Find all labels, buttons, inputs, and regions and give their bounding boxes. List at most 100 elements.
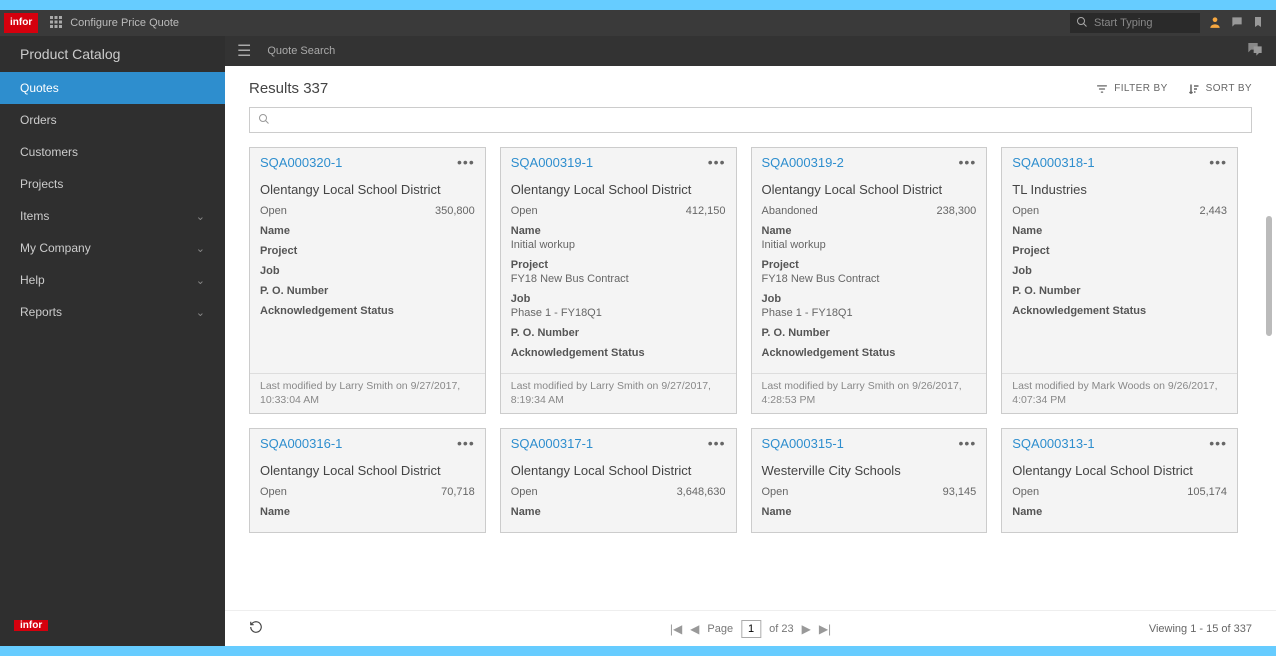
refresh-icon[interactable] bbox=[249, 620, 263, 637]
main-toolbar: ☰ Quote Search bbox=[225, 36, 1276, 66]
apps-icon[interactable] bbox=[42, 15, 70, 31]
quote-id-link[interactable]: SQA000315-1 bbox=[762, 436, 844, 451]
chat-panel-icon[interactable] bbox=[1246, 41, 1264, 62]
sidebar-item-label: My Company bbox=[20, 241, 91, 255]
customer-name: Olentangy Local School District bbox=[511, 463, 726, 478]
label-name: Name bbox=[511, 225, 726, 237]
card-menu-icon[interactable]: ••• bbox=[457, 154, 475, 170]
sidebar-item-projects[interactable]: Projects bbox=[0, 168, 225, 200]
sidebar-item-orders[interactable]: Orders bbox=[0, 104, 225, 136]
quote-amount: 93,145 bbox=[943, 486, 977, 498]
value-project: FY18 New Bus Contract bbox=[762, 273, 977, 285]
sidebar-item-label: Customers bbox=[20, 145, 78, 159]
quote-card: SQA000315-1•••Westerville City SchoolsOp… bbox=[751, 428, 988, 533]
search-icon bbox=[258, 113, 270, 128]
card-menu-icon[interactable]: ••• bbox=[457, 435, 475, 451]
quote-amount: 2,443 bbox=[1199, 205, 1227, 217]
quote-amount: 238,300 bbox=[936, 205, 976, 217]
quote-id-link[interactable]: SQA000320-1 bbox=[260, 155, 342, 170]
label-ack: Acknowledgement Status bbox=[1012, 305, 1227, 317]
quote-amount: 70,718 bbox=[441, 486, 475, 498]
label-project: Project bbox=[762, 259, 977, 271]
quote-id-link[interactable]: SQA000319-2 bbox=[762, 155, 844, 170]
global-search-placeholder: Start Typing bbox=[1094, 17, 1153, 29]
chevron-down-icon: ⌄ bbox=[196, 242, 205, 255]
bookmark-icon[interactable] bbox=[1252, 15, 1264, 32]
brand-logo-bottom: infor bbox=[14, 620, 48, 631]
value-name: Initial workup bbox=[762, 239, 977, 251]
chevron-down-icon: ⌄ bbox=[196, 210, 205, 223]
first-page-icon[interactable]: |◀ bbox=[670, 622, 682, 636]
filter-by-button[interactable]: FILTER BY bbox=[1096, 83, 1167, 95]
quote-id-link[interactable]: SQA000319-1 bbox=[511, 155, 593, 170]
label-ack: Acknowledgement Status bbox=[260, 305, 475, 317]
label-project: Project bbox=[260, 245, 475, 257]
quote-amount: 105,174 bbox=[1187, 486, 1227, 498]
last-modified: Last modified by Larry Smith on 9/27/201… bbox=[250, 373, 485, 413]
quote-id-link[interactable]: SQA000317-1 bbox=[511, 436, 593, 451]
topbar: infor Configure Price Quote Start Typing bbox=[0, 10, 1276, 36]
quote-amount: 412,150 bbox=[686, 205, 726, 217]
value-job: Phase 1 - FY18Q1 bbox=[511, 307, 726, 319]
sort-by-button[interactable]: SORT BY bbox=[1188, 83, 1252, 95]
card-menu-icon[interactable]: ••• bbox=[959, 154, 977, 170]
sidebar-item-help[interactable]: Help⌄ bbox=[0, 264, 225, 296]
customer-name: Olentangy Local School District bbox=[511, 182, 726, 197]
sidebar-item-label: Reports bbox=[20, 305, 62, 319]
label-job: Job bbox=[260, 265, 475, 277]
customer-name: TL Industries bbox=[1012, 182, 1227, 197]
quote-id-link[interactable]: SQA000316-1 bbox=[260, 436, 342, 451]
card-menu-icon[interactable]: ••• bbox=[1209, 154, 1227, 170]
quote-card: SQA000316-1 ••• Olentangy Local School Dis… bbox=[249, 428, 486, 533]
card-menu-icon[interactable]: ••• bbox=[708, 435, 726, 451]
next-page-icon[interactable]: ▶ bbox=[802, 622, 811, 636]
customer-name: Olentangy Local School District bbox=[260, 463, 475, 478]
card-menu-icon[interactable]: ••• bbox=[1209, 435, 1227, 451]
chevron-down-icon: ⌄ bbox=[196, 306, 205, 319]
sidebar-item-quotes[interactable]: Quotes bbox=[0, 72, 225, 104]
customer-name: Olentangy Local School District bbox=[762, 182, 977, 197]
page-label: Page bbox=[707, 623, 733, 635]
quote-card: SQA000319-2 ••• Olentangy Local School Dis… bbox=[751, 147, 988, 414]
quote-status: Open bbox=[1012, 205, 1039, 217]
label-job: Job bbox=[511, 293, 726, 305]
scrollbar[interactable] bbox=[1266, 216, 1272, 336]
card-menu-icon[interactable]: ••• bbox=[708, 154, 726, 170]
label-po: P. O. Number bbox=[260, 285, 475, 297]
card-menu-icon[interactable]: ••• bbox=[959, 435, 977, 451]
sidebar-item-label: Items bbox=[20, 209, 49, 223]
sidebar-item-label: Quotes bbox=[20, 81, 59, 95]
brand-logo: infor bbox=[4, 13, 38, 33]
sidebar-item-customers[interactable]: Customers bbox=[0, 136, 225, 168]
label-project: Project bbox=[511, 259, 726, 271]
sidebar-item-label: Projects bbox=[20, 177, 63, 191]
last-page-icon[interactable]: ▶| bbox=[819, 622, 831, 636]
label-po: P. O. Number bbox=[1012, 285, 1227, 297]
pager: |◀ ◀ Page of 23 ▶ ▶| Viewing 1 - 15 of 3… bbox=[225, 610, 1276, 646]
sidebar-item-label: Help bbox=[20, 273, 45, 287]
quote-id-link[interactable]: SQA000313-1 bbox=[1012, 436, 1094, 451]
quote-card: SQA000319-1 ••• Olentangy Local School Dis… bbox=[500, 147, 737, 414]
sidebar-item-items[interactable]: Items ⌄ bbox=[0, 200, 225, 232]
user-icon[interactable] bbox=[1208, 15, 1222, 32]
chat-icon[interactable] bbox=[1230, 15, 1244, 32]
sidebar-item-my-company[interactable]: My Company ⌄ bbox=[0, 232, 225, 264]
last-modified: Last modified by Larry Smith on 9/27/201… bbox=[501, 373, 736, 413]
label-name: Name bbox=[1012, 225, 1227, 237]
sidebar-item-reports[interactable]: Reports ⌄ bbox=[0, 296, 225, 328]
value-name: Initial workup bbox=[511, 239, 726, 251]
quote-status: Open bbox=[260, 205, 287, 217]
quote-status: Abandoned bbox=[762, 205, 818, 217]
label-project: Project bbox=[1012, 245, 1227, 257]
prev-page-icon[interactable]: ◀ bbox=[690, 622, 699, 636]
quote-id-link[interactable]: SQA000318-1 bbox=[1012, 155, 1094, 170]
search-input[interactable] bbox=[249, 107, 1252, 133]
page-input[interactable] bbox=[741, 620, 761, 638]
label-name: Name bbox=[260, 225, 475, 237]
hamburger-icon[interactable]: ☰ bbox=[237, 41, 251, 61]
label-po: P. O. Number bbox=[762, 327, 977, 339]
value-job: Phase 1 - FY18Q1 bbox=[762, 307, 977, 319]
label-job: Job bbox=[1012, 265, 1227, 277]
global-search[interactable]: Start Typing bbox=[1070, 13, 1200, 33]
quote-status: Open bbox=[511, 486, 538, 498]
